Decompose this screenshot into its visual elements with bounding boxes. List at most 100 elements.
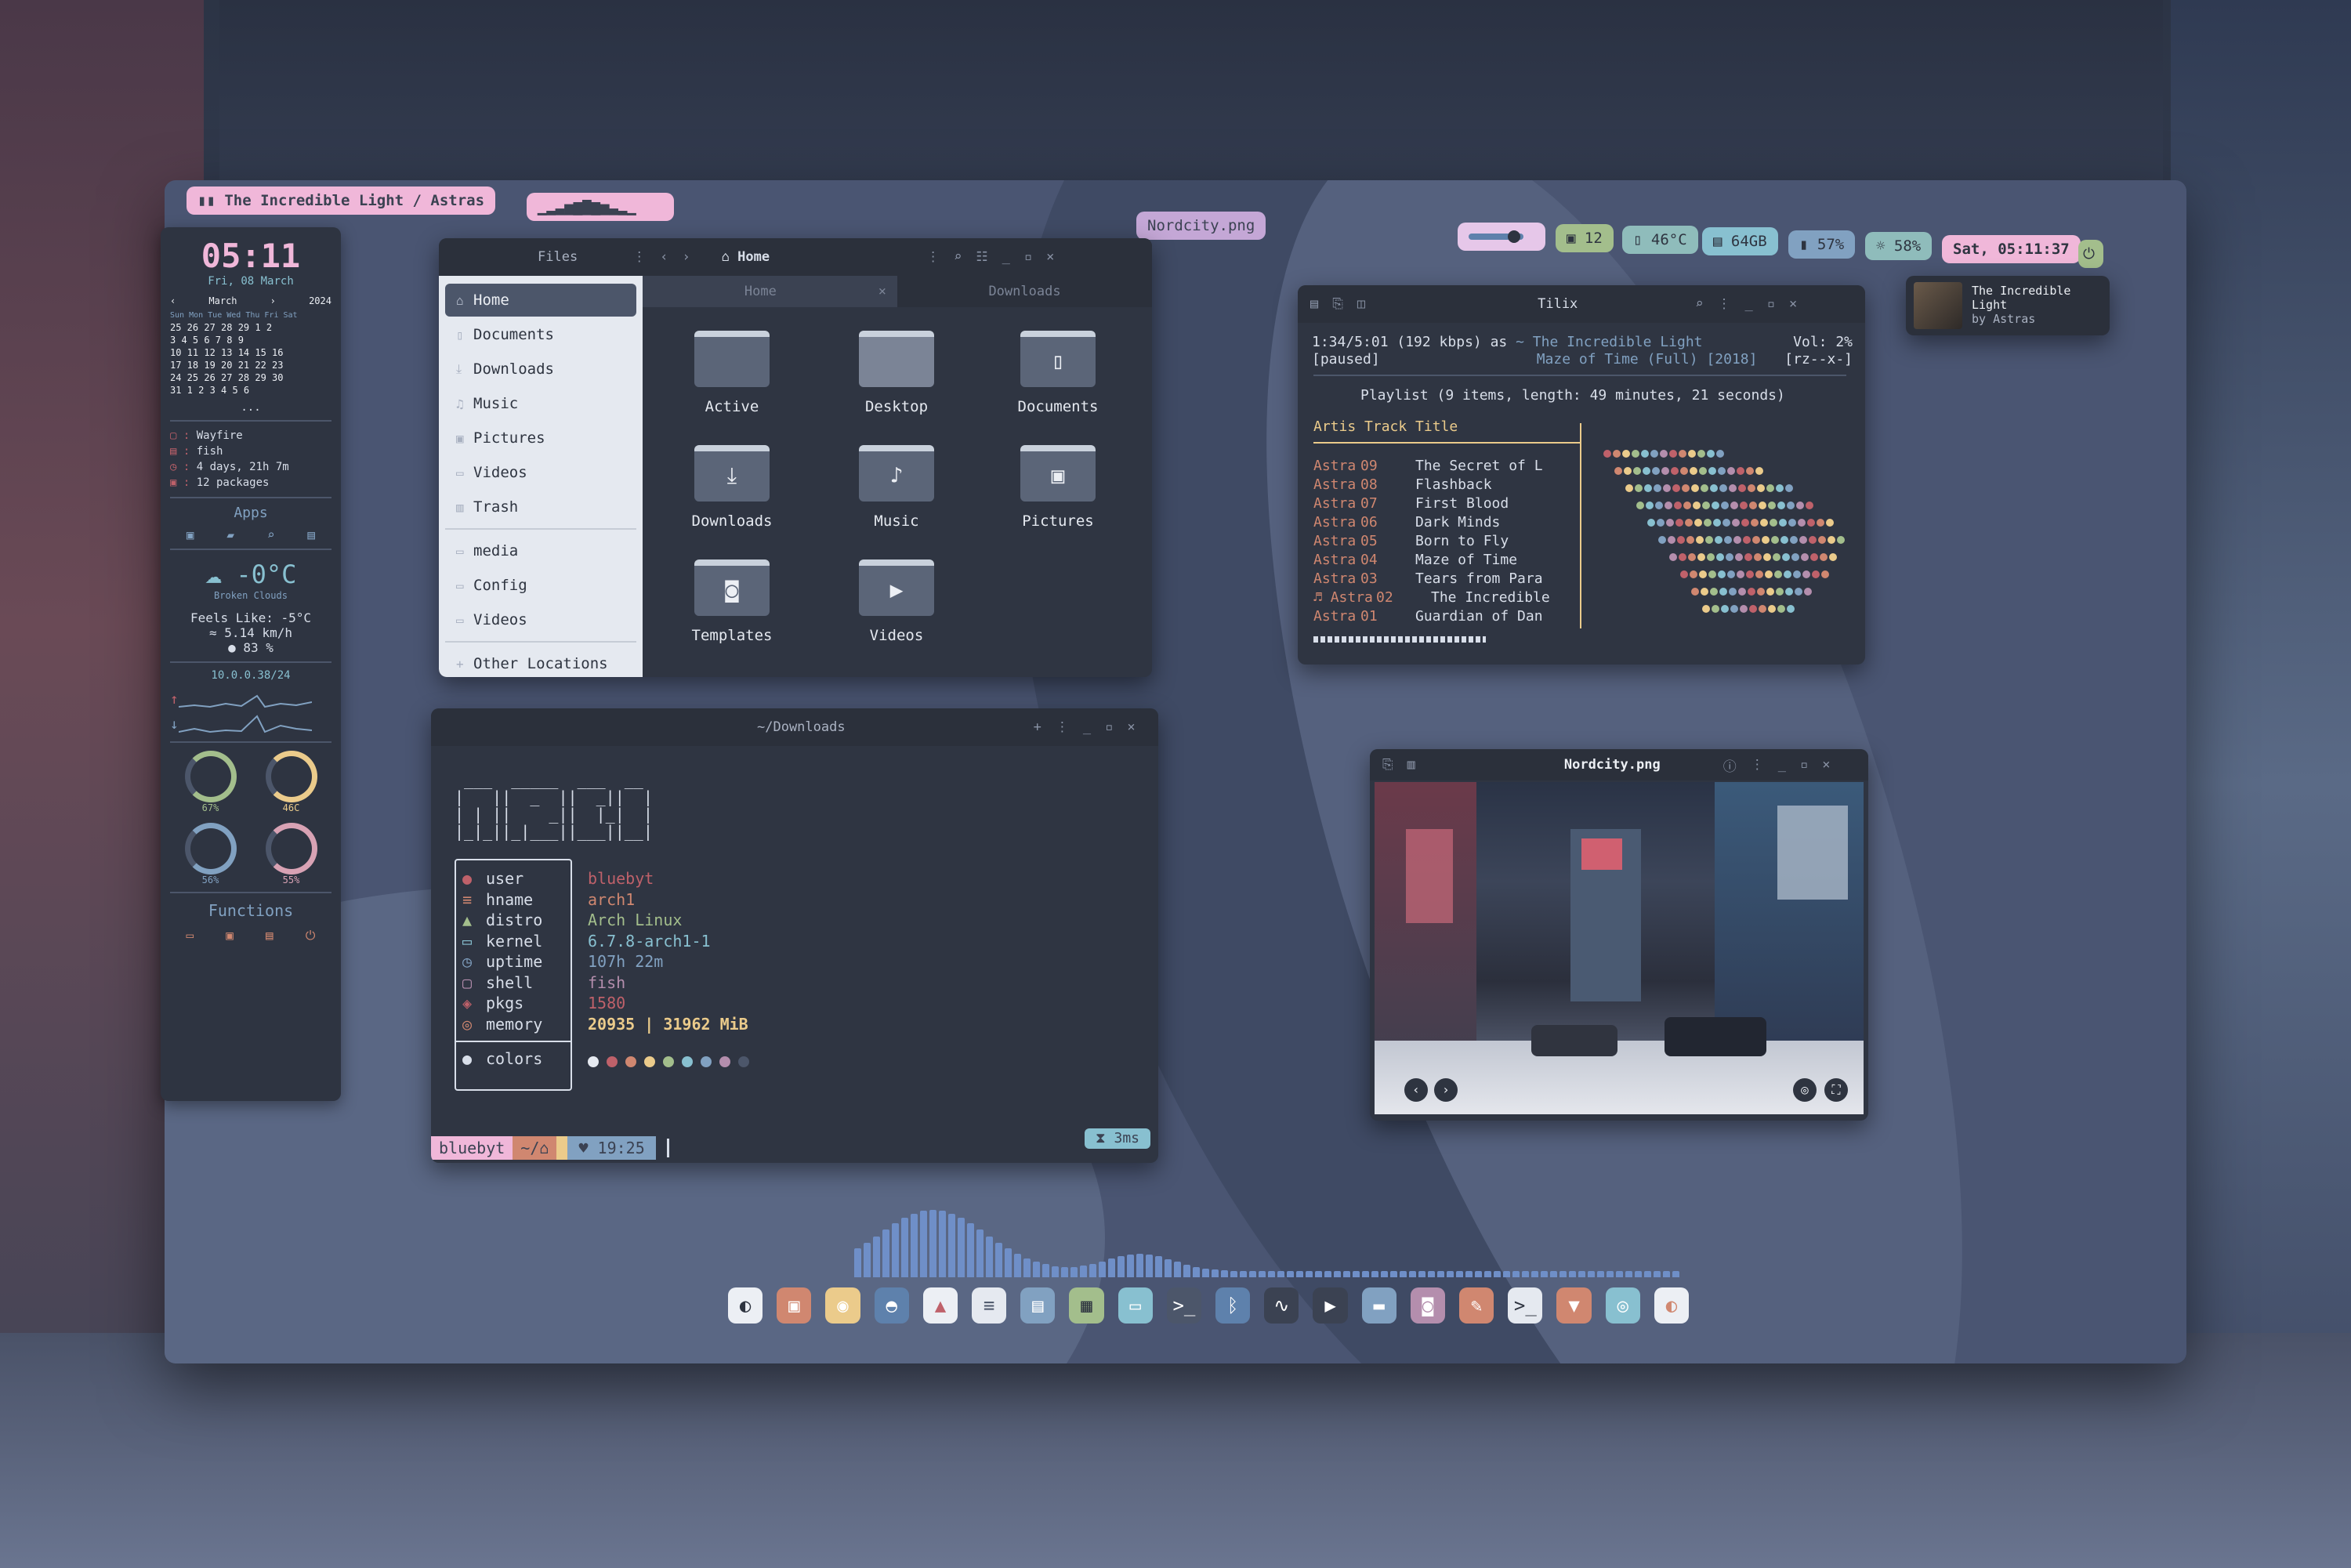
rocket-app-icon[interactable]: ▲ — [922, 1287, 958, 1324]
folder-downloads[interactable]: ⤓ Downloads — [661, 445, 802, 530]
prev-image-button[interactable]: ‹ — [1404, 1078, 1428, 1102]
copy-icon[interactable]: ⎘ — [1382, 757, 1393, 773]
layout-icon[interactable]: ▤ — [1310, 296, 1318, 312]
sidebar-item-media[interactable]: ▭ media — [445, 534, 636, 567]
notes-app-icon[interactable]: ▤ — [1020, 1287, 1056, 1324]
playlist-row[interactable]: Astra 08 Flashback — [1313, 476, 1550, 495]
camera-app-icon[interactable]: ◙ — [1410, 1287, 1446, 1324]
power-button[interactable]: ⏻ — [2078, 240, 2103, 268]
maximize-icon[interactable]: ▫ — [1024, 249, 1032, 265]
browser-icon[interactable]: ◎ — [1605, 1287, 1640, 1324]
close-icon[interactable]: × — [878, 276, 886, 307]
playlist-row-current[interactable]: ♬ Astra 02 The Incredible — [1313, 589, 1550, 608]
playlist-row[interactable]: Astra 03 Tears from Para — [1313, 570, 1550, 589]
prev-month-button[interactable]: ‹ — [170, 295, 176, 306]
trash-icon[interactable]: ▥ — [1407, 757, 1415, 773]
sidebar-item-videos[interactable]: ▭ Videos — [445, 456, 636, 489]
forward-button[interactable]: › — [682, 249, 690, 265]
chromium-icon[interactable]: ◉ — [825, 1287, 860, 1324]
files-app-icon[interactable]: ▭ — [1118, 1287, 1153, 1324]
screenshot-app-icon[interactable]: ▣ — [777, 1287, 812, 1324]
playlist-row[interactable]: Astra 04 Maze of Time — [1313, 552, 1550, 570]
now-playing-card[interactable]: The Incredible Light by Astras — [1906, 276, 2110, 335]
bluetooth-icon[interactable]: ᛒ — [1215, 1287, 1251, 1324]
minimize-icon[interactable]: _ — [1083, 719, 1091, 735]
activity-monitor-icon[interactable]: ∿ — [1264, 1287, 1299, 1324]
terminal-app-icon[interactable]: >_ — [1166, 1287, 1202, 1324]
paint-brush-icon[interactable]: ◐ — [1654, 1287, 1690, 1324]
menu-icon[interactable]: ⋮ — [1751, 757, 1764, 773]
maximize-icon[interactable]: ▫ — [1800, 757, 1808, 773]
folder-desktop[interactable]: Desktop — [826, 331, 967, 415]
system-monitor-icon[interactable]: ▦ — [1069, 1287, 1104, 1324]
shell-prompt[interactable]: bluebyt ~/⌂ ♥ 19:25 — [431, 1136, 669, 1160]
menu-icon[interactable]: ⋮ — [1056, 719, 1069, 735]
maximize-icon[interactable]: ▫ — [1767, 296, 1775, 312]
back-button[interactable]: ‹ — [660, 249, 668, 265]
info-icon[interactable]: ⓘ — [1723, 755, 1737, 775]
minimize-icon[interactable]: _ — [1745, 296, 1753, 312]
clock-pill[interactable]: Sat, 05:11:37 — [1942, 235, 2081, 263]
add-terminal-icon[interactable]: ⎘ — [1332, 296, 1343, 312]
search-icon[interactable]: ⌕ — [1695, 296, 1703, 312]
new-tab-icon[interactable]: + — [1034, 719, 1041, 735]
search-icon[interactable]: ⌕ — [954, 249, 962, 265]
brave-icon[interactable]: ▼ — [1556, 1287, 1592, 1324]
media-player-icon[interactable]: ▶ — [1313, 1287, 1348, 1324]
fullscreen-button[interactable]: ⛶ — [1824, 1078, 1848, 1102]
text-editor-icon[interactable]: ≡ — [972, 1287, 1007, 1324]
folder-videos[interactable]: ▶ Videos — [826, 559, 967, 644]
slider-handle[interactable] — [1508, 230, 1520, 243]
minimize-icon[interactable]: _ — [1778, 757, 1786, 773]
playlist-row[interactable]: Astra 06 Dark Minds — [1313, 514, 1550, 533]
playlist-row[interactable]: Astra 07 First Blood — [1313, 495, 1550, 514]
image-app-icon[interactable]: ▤ — [307, 527, 315, 542]
sidebar-item-home[interactable]: ⌂ Home — [445, 284, 636, 317]
playlist-row[interactable]: Astra 05 Born to Fly — [1313, 533, 1550, 552]
screenshot-icon[interactable]: ▣ — [226, 928, 234, 943]
rotate-button[interactable]: ◎ — [1793, 1078, 1817, 1102]
folder-app-icon[interactable]: ▬ — [1361, 1287, 1396, 1324]
tab-home[interactable]: Home × — [643, 276, 897, 307]
keyboard-icon[interactable]: ▤ — [266, 928, 273, 943]
tab-downloads[interactable]: Downloads — [897, 276, 1152, 307]
next-image-button[interactable]: › — [1434, 1078, 1458, 1102]
launcher-icon[interactable]: ◐ — [728, 1287, 763, 1324]
now-playing-pill[interactable]: ▮▮ The Incredible Light / Astras — [187, 186, 496, 215]
folder-documents[interactable]: ▯ Documents — [987, 331, 1128, 415]
folder-pictures[interactable]: ▣ Pictures — [987, 445, 1128, 530]
menu-icon[interactable]: ⋮ — [1718, 296, 1731, 312]
power-icon[interactable]: ⏻ — [306, 928, 316, 943]
sidebar-item-music[interactable]: ♫ Music — [445, 387, 636, 420]
search-app-icon[interactable]: ⌕ — [267, 527, 275, 542]
sidebar-item-documents[interactable]: ▯ Documents — [445, 318, 636, 351]
sidebar-item-other-locations[interactable]: + Other Locations — [445, 647, 636, 677]
folder-templates[interactable]: ◙ Templates — [661, 559, 802, 644]
terminal-app-icon[interactable]: ▣ — [187, 527, 194, 542]
minimize-icon[interactable]: _ — [1002, 249, 1010, 265]
close-icon[interactable]: × — [1127, 719, 1135, 735]
next-month-button[interactable]: › — [270, 295, 276, 306]
close-icon[interactable]: × — [1789, 296, 1797, 312]
folder-app-icon[interactable]: ▰ — [226, 527, 234, 542]
playlist-row[interactable]: Astra 01 Guardian of Dan — [1313, 608, 1550, 627]
view-icon[interactable]: ☷ — [976, 249, 987, 265]
close-icon[interactable]: × — [1046, 249, 1054, 265]
sidebar-item-videos-2[interactable]: ▭ Videos — [445, 603, 636, 636]
folder-active[interactable]: Active — [661, 331, 802, 415]
lock-icon[interactable]: ▭ — [187, 928, 194, 943]
sidebar-item-pictures[interactable]: ▣ Pictures — [445, 422, 636, 454]
path-bar[interactable]: Home — [737, 249, 770, 265]
sidebar-item-trash[interactable]: ▥ Trash — [445, 491, 636, 523]
maximize-icon[interactable]: ▫ — [1105, 719, 1113, 735]
firefox-icon[interactable]: ◓ — [874, 1287, 909, 1324]
sidebar-item-config[interactable]: ▭ Config — [445, 569, 636, 602]
notification-icon[interactable]: ◫ — [1357, 296, 1365, 312]
path-menu-icon[interactable]: ⋮ — [926, 249, 940, 265]
folder-music[interactable]: ♪ Music — [826, 445, 967, 530]
paint-app-icon[interactable]: ✎ — [1459, 1287, 1494, 1324]
terminal-settings-icon[interactable]: >_ — [1508, 1287, 1543, 1324]
volume-slider[interactable] — [1458, 223, 1545, 251]
close-icon[interactable]: × — [1822, 757, 1830, 773]
sidebar-item-downloads[interactable]: ⤓ Downloads — [445, 353, 636, 386]
